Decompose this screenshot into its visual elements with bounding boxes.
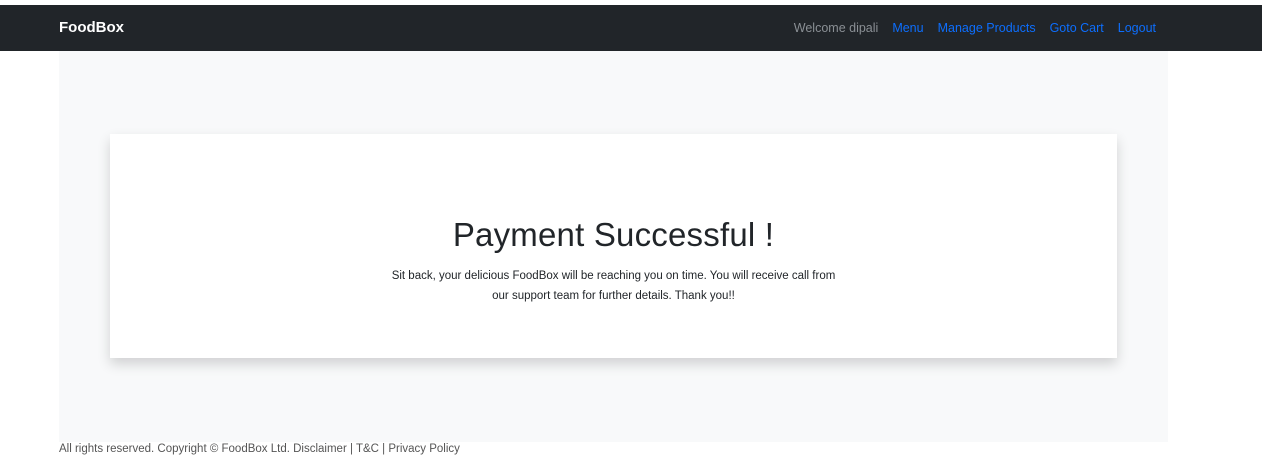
brand-logo-link[interactable]: FoodBox xyxy=(59,5,124,51)
nav-links: Welcome dipali Menu Manage Products Goto… xyxy=(794,5,1156,51)
nav-link-manage-products[interactable]: Manage Products xyxy=(938,21,1036,35)
top-navbar: FoodBox Welcome dipali Menu Manage Produ… xyxy=(0,5,1262,51)
main-content: Payment Successful ! Sit back, your deli… xyxy=(59,51,1168,442)
footer-text: All rights reserved. Copyright © FoodBox… xyxy=(59,443,460,455)
payment-success-card: Payment Successful ! Sit back, your deli… xyxy=(110,134,1117,358)
nav-link-logout[interactable]: Logout xyxy=(1118,21,1156,35)
payment-success-message: Sit back, your delicious FoodBox will be… xyxy=(391,270,836,302)
nav-link-menu[interactable]: Menu xyxy=(892,21,923,35)
welcome-text: Welcome dipali xyxy=(793,21,879,35)
payment-success-title: Payment Successful ! xyxy=(452,216,775,253)
nav-link-goto-cart[interactable]: Goto Cart xyxy=(1050,21,1104,35)
